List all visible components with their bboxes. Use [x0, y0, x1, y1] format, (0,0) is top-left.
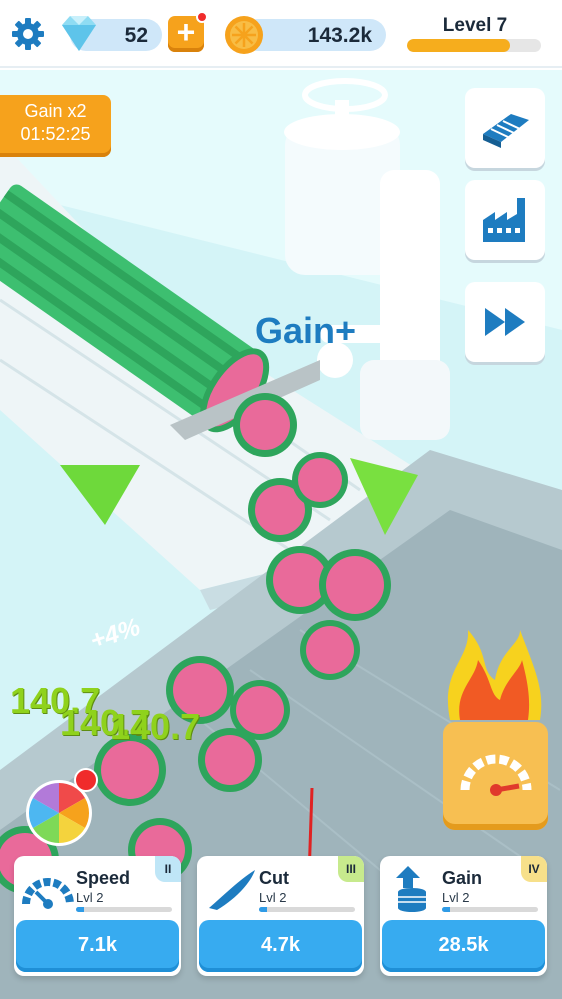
knife-icon [209, 870, 255, 910]
floating-value: 140.7 [110, 706, 201, 747]
coin-icon [225, 16, 263, 54]
card-tier-badge: II [155, 856, 181, 882]
upgrade-cut-button[interactable]: 4.7k [199, 920, 362, 972]
speedometer-icon [22, 878, 74, 909]
level-progress-fill [407, 39, 511, 52]
coins-stack-icon [396, 866, 426, 912]
fast-forward-icon [485, 308, 525, 336]
notification-dot [196, 11, 208, 23]
card-progress-fill [442, 907, 450, 912]
factory-icon [483, 198, 525, 242]
card-progress-bar [442, 907, 538, 912]
upgrade-gain-button[interactable]: 28.5k [382, 920, 545, 972]
spin-wheel-notification [74, 768, 98, 792]
upgrade-card-gain: Gain Lvl 2 IV 28.5k [380, 856, 547, 976]
card-tier-badge: III [338, 856, 364, 882]
card-progress-fill [259, 907, 267, 912]
conveyor-icon [483, 114, 529, 148]
upgrade-speed-button[interactable]: 7.1k [16, 920, 179, 972]
top-hud: 52 + 143.2k Level 7 [0, 0, 562, 68]
card-title: Gain [442, 868, 483, 888]
gems-value: 52 [124, 24, 148, 47]
speed-boost-button[interactable] [443, 722, 548, 830]
factory-button[interactable] [465, 180, 545, 260]
level-progress-bar [407, 39, 541, 52]
coins-value: 143.2k [307, 24, 372, 47]
card-tier-badge: IV [521, 856, 547, 882]
gain-boost-timer: 01:52:25 [20, 124, 91, 144]
card-level: Lvl 2 [259, 890, 287, 905]
fast-forward-button[interactable] [465, 282, 545, 362]
card-progress-fill [76, 907, 84, 912]
gauge-icon [460, 754, 532, 796]
card-title: Speed [76, 868, 131, 888]
upgrade-card-speed: Speed Lvl 2 II 7.1k [14, 856, 181, 976]
diamond-icon [62, 16, 96, 51]
upgrade-card-cut: Cut Lvl 2 III 4.7k [197, 856, 364, 976]
gain-plus-label: Gain+ [255, 310, 357, 351]
settings-gear-icon[interactable] [10, 16, 46, 52]
card-title: Cut [259, 868, 289, 888]
level-label: Level 7 [442, 15, 508, 36]
card-progress-bar [259, 907, 355, 912]
gain-boost-badge[interactable]: Gain x2 01:52:25 [0, 95, 111, 157]
card-level: Lvl 2 [76, 890, 104, 905]
card-level: Lvl 2 [442, 890, 470, 905]
gain-boost-label: Gain x2 [24, 101, 87, 121]
conveyor-button[interactable] [465, 88, 545, 168]
card-progress-bar [76, 907, 172, 912]
